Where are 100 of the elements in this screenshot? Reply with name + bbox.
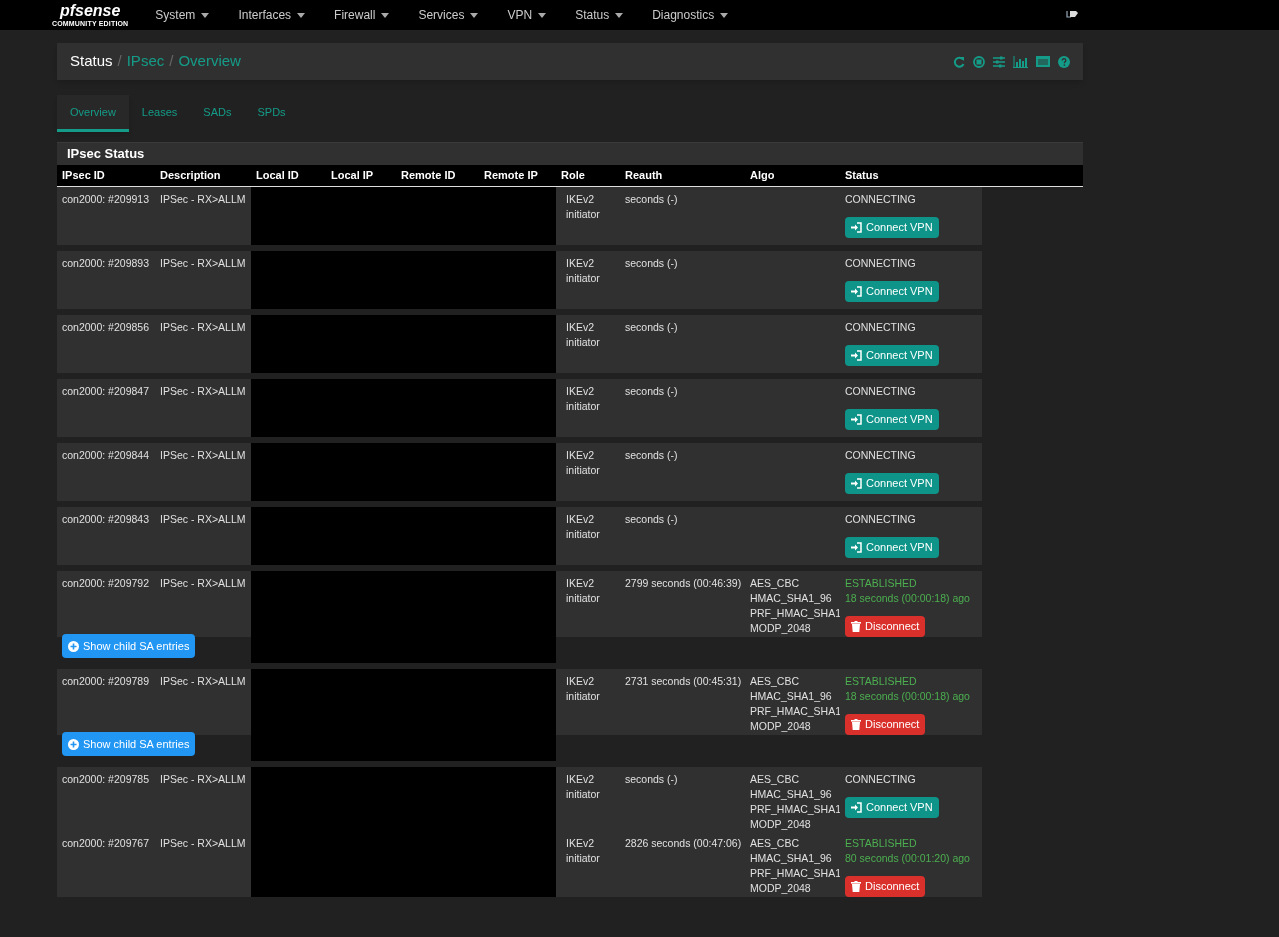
nav-menu[interactable]: Diagnostics: [652, 6, 729, 24]
table-cell: con2000: #209843: [57, 507, 155, 565]
table-cell: 2826 seconds (00:47:06): [620, 831, 745, 897]
table-cell: IKEv2 initiator: [556, 379, 620, 437]
connect-button[interactable]: Connect VPN: [845, 473, 939, 494]
connect-button[interactable]: Connect VPN: [845, 537, 939, 558]
table-cell: con2000: #209844: [57, 443, 155, 501]
sign-in-icon: [851, 478, 862, 489]
table-cell: con2000: #209847: [57, 379, 155, 437]
nav-menu[interactable]: Status: [575, 6, 624, 24]
status-text: CONNECTING: [845, 448, 916, 463]
table-cell: seconds (-): [620, 767, 745, 832]
stop-icon[interactable]: [973, 55, 985, 68]
caret-icon: [297, 12, 306, 18]
trash-icon: [851, 621, 861, 632]
table-cell: IPSec - RX>ALLM: [155, 507, 251, 565]
table-cell: IPSec - RX>ALLM: [155, 187, 251, 245]
table-cell: seconds (-): [620, 443, 745, 501]
column-header: Local IP: [330, 168, 375, 184]
column-header: Remote IP: [483, 168, 539, 184]
table-cell: IKEv2 initiator: [556, 767, 620, 832]
caret-icon: [615, 12, 624, 18]
breadcrumb-item: Status: [70, 51, 113, 72]
breadcrumb-separator: /: [117, 51, 122, 72]
disconnect-button[interactable]: Disconnect: [845, 876, 926, 897]
table-cell: 2799 seconds (00:46:39): [620, 571, 745, 637]
plus-circle-icon: [68, 640, 79, 652]
column-header: Description: [159, 168, 222, 184]
table-cell: IKEv2 initiator: [556, 187, 620, 245]
sign-in-icon: [851, 222, 862, 233]
status-time: 80 seconds (00:01:20) ago: [845, 851, 970, 866]
table-cell: seconds (-): [620, 251, 745, 309]
show-child-sa-button[interactable]: Show child SA entries: [62, 731, 196, 757]
sign-in-icon: [851, 802, 862, 813]
trash-icon: [851, 719, 861, 730]
tab[interactable]: Overview: [57, 95, 129, 132]
column-header: Reauth: [624, 168, 664, 184]
table-cell: IKEv2 initiator: [556, 669, 620, 735]
table-cell: AES_CBC HMAC_SHA1_96 PRF_HMAC_SHA1 MODP_2048: [745, 767, 840, 832]
status-time: 18 seconds (00:00:18) ago: [845, 689, 970, 704]
status-text: CONNECTING: [845, 320, 916, 335]
bar-chart-icon[interactable]: [1013, 55, 1028, 68]
table-cell: seconds (-): [620, 187, 745, 245]
connect-button[interactable]: Connect VPN: [845, 409, 939, 430]
table-cell: AES_CBC HMAC_SHA1_96 PRF_HMAC_SHA1 MODP_2048: [745, 831, 840, 897]
trash-icon: [851, 881, 861, 892]
status-text: ESTABLISHED: [845, 836, 917, 851]
table-cell: AES_CBC HMAC_SHA1_96 PRF_HMAC_SHA1 MODP_2048: [745, 571, 840, 637]
nav-menu[interactable]: Firewall: [334, 6, 390, 24]
table-cell: IPSec - RX>ALLM: [155, 767, 251, 832]
table-cell: IKEv2 initiator: [556, 443, 620, 501]
logout-icon[interactable]: [1066, 11, 1078, 19]
column-header: Status: [844, 168, 880, 184]
table-cell: con2000: #209856: [57, 315, 155, 373]
table-cell: IPSec - RX>ALLM: [155, 315, 251, 373]
disconnect-button[interactable]: Disconnect: [845, 714, 926, 735]
table-cell: IKEv2 initiator: [556, 831, 620, 897]
sign-in-icon: [851, 542, 862, 553]
nav-menu[interactable]: Services: [418, 6, 479, 24]
restart-icon[interactable]: [953, 55, 965, 68]
breadcrumb-item[interactable]: IPsec: [126, 50, 165, 73]
tab[interactable]: SPDs: [244, 95, 299, 132]
table-cell: IPSec - RX>ALLM: [155, 251, 251, 309]
table-cell: con2000: #209913: [57, 187, 155, 245]
table-cell: seconds (-): [620, 507, 745, 565]
nav-menu[interactable]: System: [155, 6, 210, 24]
table-cell: IKEv2 initiator: [556, 571, 620, 637]
tab[interactable]: SADs: [190, 95, 245, 132]
table-cell: IPSec - RX>ALLM: [155, 831, 251, 897]
nav-menu[interactable]: Interfaces: [238, 6, 306, 24]
logo[interactable]: pfsense: [59, 2, 121, 19]
table-cell: con2000: #209785: [57, 767, 155, 832]
help-icon[interactable]: [1058, 55, 1070, 68]
connect-button[interactable]: Connect VPN: [845, 797, 939, 818]
show-child-sa-button[interactable]: Show child SA entries: [62, 633, 196, 659]
status-text: ESTABLISHED: [845, 674, 917, 689]
connect-button[interactable]: Connect VPN: [845, 345, 939, 366]
status-text: ESTABLISHED: [845, 576, 917, 591]
column-header: Remote ID: [400, 168, 457, 184]
sign-in-icon: [851, 350, 862, 361]
connect-button[interactable]: Connect VPN: [845, 217, 939, 238]
breadcrumb-separator: /: [169, 51, 174, 72]
table-cell: IPSec - RX>ALLM: [155, 443, 251, 501]
nav-menu[interactable]: VPN: [507, 6, 547, 24]
caret-icon: [470, 12, 479, 18]
connect-button[interactable]: Connect VPN: [845, 281, 939, 302]
sign-in-icon: [851, 414, 862, 425]
table-cell: seconds (-): [620, 379, 745, 437]
tab[interactable]: Leases: [128, 95, 191, 132]
settings-icon[interactable]: [993, 55, 1005, 68]
table-cell: IKEv2 initiator: [556, 315, 620, 373]
breadcrumb-item: Overview: [178, 51, 241, 72]
table-cell: con2000: #209767: [57, 831, 155, 897]
status-text: CONNECTING: [845, 772, 916, 787]
status-text: CONNECTING: [845, 256, 916, 271]
table-cell: con2000: #209893: [57, 251, 155, 309]
disconnect-button[interactable]: Disconnect: [845, 616, 926, 637]
table-cell: seconds (-): [620, 315, 745, 373]
column-header: Algo: [749, 168, 776, 184]
table-cell: con2000: #209792: [57, 571, 155, 637]
